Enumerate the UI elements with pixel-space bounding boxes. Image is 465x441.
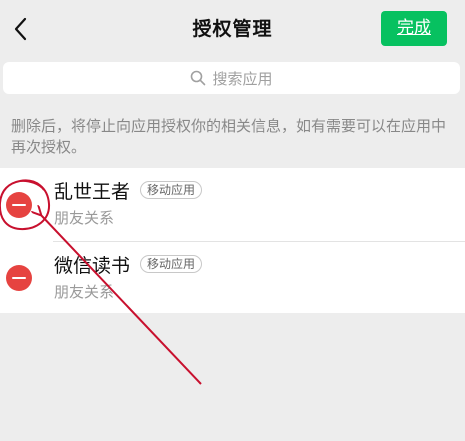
list-item: 乱世王者 移动应用 朋友关系 <box>0 168 465 241</box>
app-name: 微信读书 <box>54 255 131 277</box>
app-type-badge: 移动应用 <box>140 181 203 199</box>
authorized-app-list: 乱世王者 移动应用 朋友关系 微信读书 移动应用 朋友关系 <box>0 168 465 313</box>
search-icon <box>191 70 206 86</box>
done-button[interactable]: 完成 <box>381 11 447 46</box>
app-type-badge: 移动应用 <box>140 255 203 273</box>
delete-notice: 删除后，将停止向应用授权你的相关信息，如有需要可以在应用中再次授权。 <box>11 117 447 156</box>
permission-label: 朋友关系 <box>54 283 115 301</box>
remove-button[interactable] <box>6 265 32 291</box>
app-name: 乱世王者 <box>54 181 131 203</box>
header-bar: 授权管理 完成 <box>0 0 465 58</box>
divider <box>53 241 465 242</box>
list-item: 微信读书 移动应用 朋友关系 <box>0 241 465 313</box>
search-input[interactable]: 搜索应用 <box>3 62 460 94</box>
search-placeholder: 搜索应用 <box>212 69 273 88</box>
permission-label: 朋友关系 <box>54 209 115 227</box>
remove-button[interactable] <box>6 192 32 218</box>
